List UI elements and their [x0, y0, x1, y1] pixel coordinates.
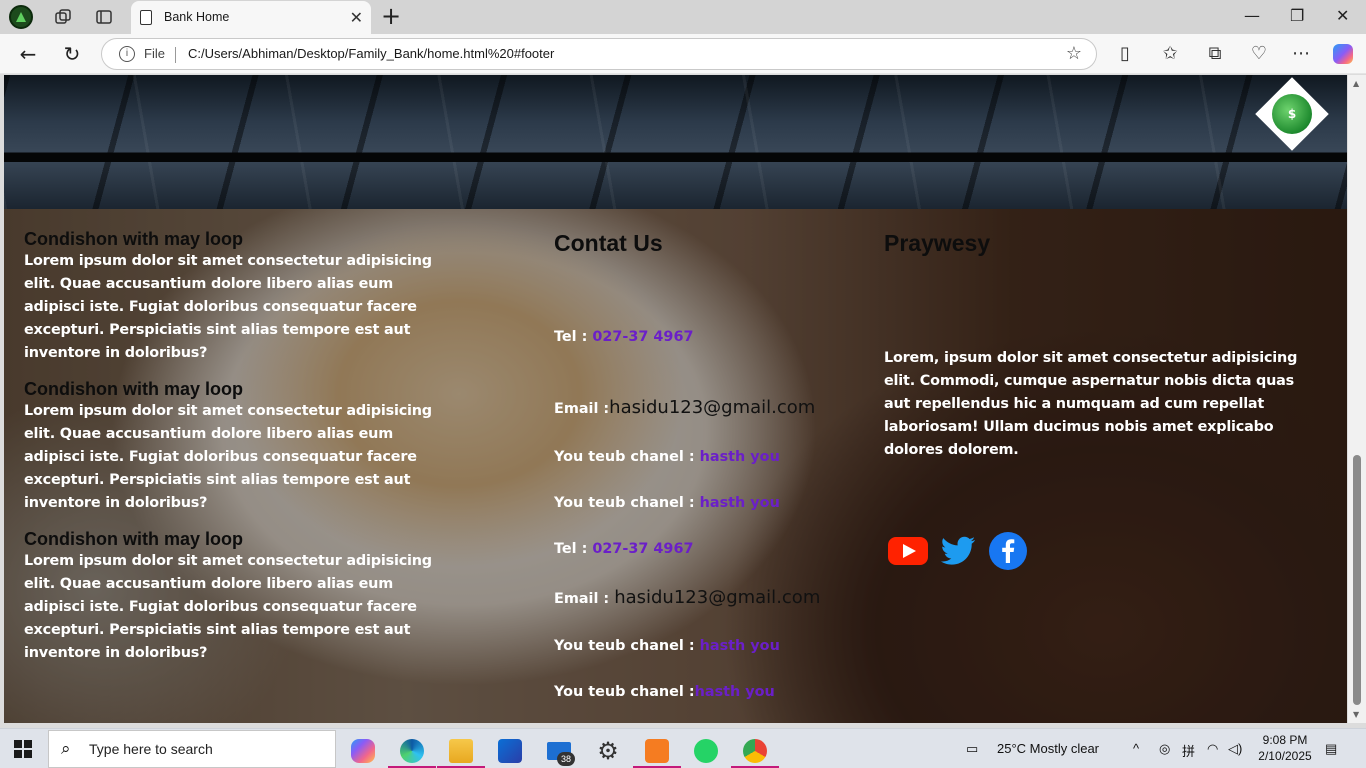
contact-column: Contat Us Tel : 027-37 4967 Email :hasid… — [554, 229, 854, 700]
condition-text: Lorem ipsum dolor sit amet consectetur a… — [24, 403, 432, 511]
favorite-star-icon[interactable]: ☆ — [1066, 43, 1082, 64]
youtube-link[interactable]: hasth you — [700, 495, 780, 511]
browser-essentials-icon[interactable]: ♡ — [1247, 42, 1271, 66]
close-tab-icon[interactable]: ✕ — [350, 8, 363, 27]
page-scrollbar[interactable]: ▲ ▼ — [1348, 75, 1366, 723]
footer: Condishon with may loop Lorem ipsum dolo… — [4, 209, 1347, 723]
youtube-line: You teub chanel : hasth you — [554, 495, 780, 511]
page-viewport: $ Condishon with may loop Lorem ipsum do… — [4, 75, 1347, 723]
hero-banner: $ — [4, 75, 1347, 209]
collections-icon[interactable]: ⧉ — [1203, 42, 1227, 66]
youtube-link[interactable]: hasth you — [700, 449, 780, 465]
email-line: Email :hasidu123@gmail.com — [554, 397, 816, 418]
copilot-app-icon[interactable] — [339, 733, 387, 768]
email-line: Email : hasidu123@gmail.com — [554, 587, 821, 608]
email-link[interactable]: hasidu123@gmail.com — [609, 397, 815, 418]
clock-time: 9:08 PM — [1262, 733, 1308, 747]
condition-heading: Condishon with may loop — [24, 229, 243, 249]
youtube-link[interactable]: hasth you — [695, 684, 775, 700]
youtube-line: You teub chanel : hasth you — [554, 449, 780, 465]
file-explorer-icon[interactable] — [437, 733, 485, 768]
split-screen-icon[interactable]: ▯ — [1113, 42, 1137, 66]
restore-icon[interactable]: ❐ — [1290, 6, 1304, 25]
scheme-label: File — [144, 46, 165, 61]
condition-heading: Condishon with may loop — [24, 529, 243, 549]
tab-actions-icon[interactable] — [92, 5, 116, 29]
chrome-app-icon[interactable] — [731, 733, 779, 768]
search-placeholder: Type here to search — [89, 741, 213, 757]
close-window-icon[interactable]: ✕ — [1336, 6, 1349, 25]
bank-logo[interactable]: $ — [1255, 77, 1329, 151]
conditions-column: Condishon with may loop Lorem ipsum dolo… — [24, 229, 454, 679]
favorites-icon[interactable]: ✩ — [1158, 42, 1182, 66]
meet-now-icon[interactable]: ◎ — [1159, 741, 1170, 757]
privacy-text: Lorem, ipsum dolor sit amet consectetur … — [884, 350, 1298, 458]
twitter-icon[interactable] — [938, 531, 978, 571]
mail-app-icon[interactable]: 38 — [535, 733, 583, 768]
tel-line: Tel : 027-37 4967 — [554, 329, 694, 345]
weather-text[interactable]: 25°C Mostly clear — [997, 741, 1099, 756]
whatsapp-app-icon[interactable] — [682, 733, 730, 768]
tel-link[interactable]: 027-37 4967 — [592, 329, 693, 345]
mail-badge: 38 — [557, 752, 575, 766]
scroll-up-icon[interactable]: ▲ — [1353, 79, 1359, 88]
refresh-icon[interactable]: ↻ — [60, 42, 84, 66]
volume-icon[interactable]: ◁) — [1228, 741, 1242, 757]
condition-block: Condishon with may loop Lorem ipsum dolo… — [24, 529, 454, 665]
store-app-icon[interactable] — [486, 733, 534, 768]
start-button[interactable] — [14, 740, 32, 758]
page-icon — [140, 10, 152, 25]
xampp-app-icon[interactable] — [633, 733, 681, 768]
new-tab-icon[interactable]: + — [381, 3, 401, 29]
condition-block: Condishon with may loop Lorem ipsum dolo… — [24, 229, 454, 365]
youtube-line: You teub chanel :hasth you — [554, 684, 775, 700]
contact-heading: Contat Us — [554, 230, 663, 256]
facebook-icon[interactable] — [988, 531, 1028, 571]
minimize-icon[interactable]: — — [1244, 6, 1260, 25]
more-options-icon[interactable]: ⋯ — [1289, 42, 1313, 66]
input-language-icon[interactable]: 拼 — [1182, 741, 1195, 760]
taskbar-search[interactable]: ⌕ Type here to search — [48, 730, 336, 768]
clock-date: 2/10/2025 — [1258, 749, 1312, 763]
notifications-icon[interactable]: ▤ — [1325, 741, 1337, 757]
scroll-down-icon[interactable]: ▼ — [1353, 710, 1359, 719]
privacy-heading: Praywesy — [884, 230, 991, 256]
tel-line: Tel : 027-37 4967 — [554, 541, 694, 557]
profile-avatar[interactable] — [9, 5, 33, 29]
search-icon: ⌕ — [61, 739, 71, 759]
tab-bank-home[interactable]: Bank Home ✕ — [131, 1, 371, 34]
title-bar: Bank Home ✕ + — ❐ ✕ — [0, 0, 1366, 34]
address-bar[interactable]: i File C:/Users/Abhiman/Desktop/Family_B… — [101, 38, 1097, 70]
back-icon[interactable]: ← — [16, 42, 40, 66]
condition-text: Lorem ipsum dolor sit amet consectetur a… — [24, 553, 432, 661]
condition-heading: Condishon with may loop — [24, 379, 243, 399]
workspaces-icon[interactable] — [51, 5, 75, 29]
settings-gear-icon[interactable]: ⚙ — [584, 733, 632, 768]
weather-icon[interactable]: ▭ — [966, 741, 978, 757]
info-icon[interactable]: i — [119, 46, 135, 62]
copilot-icon[interactable] — [1333, 44, 1353, 64]
youtube-line: You teub chanel : hasth you — [554, 638, 780, 654]
taskbar: ⌕ Type here to search 38 ⚙ ▭ 25°C Mostly… — [0, 728, 1366, 768]
email-link[interactable]: hasidu123@gmail.com — [614, 587, 820, 608]
url-text[interactable]: C:/Users/Abhiman/Desktop/Family_Bank/hom… — [188, 46, 554, 61]
condition-block: Condishon with may loop Lorem ipsum dolo… — [24, 379, 454, 515]
divider — [175, 47, 176, 63]
condition-text: Lorem ipsum dolor sit amet consectetur a… — [24, 253, 432, 361]
show-hidden-icons[interactable]: ^ — [1133, 741, 1139, 756]
clock[interactable]: 9:08 PM 2/10/2025 — [1250, 732, 1320, 764]
youtube-link[interactable]: hasth you — [700, 638, 780, 654]
social-links — [888, 531, 1028, 571]
network-icon[interactable]: ◠ — [1207, 741, 1218, 757]
navigation-bar: ← ↻ i File C:/Users/Abhiman/Desktop/Fami… — [0, 34, 1366, 74]
scroll-thumb[interactable] — [1353, 455, 1361, 705]
privacy-column: Praywesy Lorem, ipsum dolor sit amet con… — [884, 229, 1324, 570]
tab-title: Bank Home — [164, 10, 230, 24]
tel-link[interactable]: 027-37 4967 — [592, 541, 693, 557]
youtube-icon[interactable] — [888, 531, 928, 571]
edge-app-icon[interactable] — [388, 733, 436, 768]
